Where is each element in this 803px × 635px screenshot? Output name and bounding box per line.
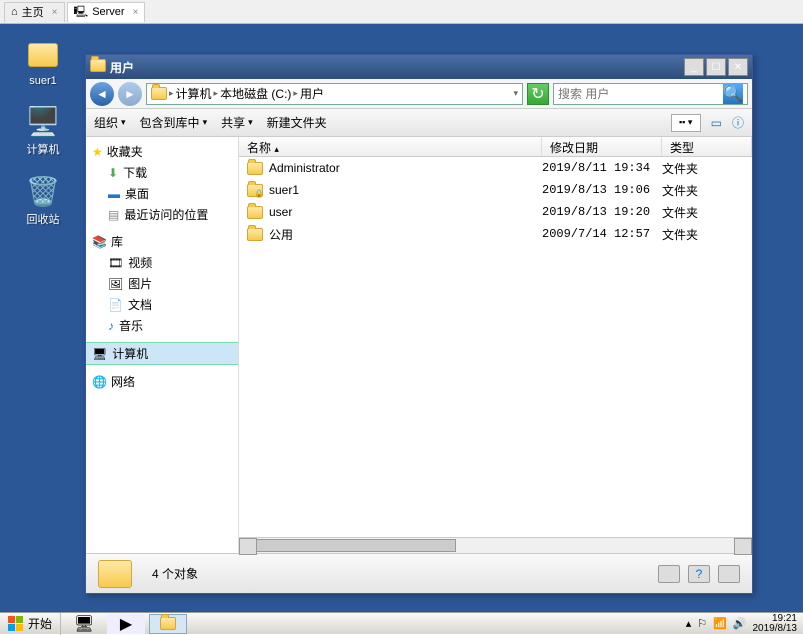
sidebar-item-network[interactable]: 🌐网络: [86, 371, 238, 392]
maximize-button[interactable]: ☐: [706, 58, 726, 76]
include-menu[interactable]: 包含到库中 ▾: [140, 114, 208, 131]
column-name[interactable]: 名称 ▴: [239, 137, 542, 156]
help-icon[interactable]: ?: [688, 565, 710, 583]
table-row[interactable]: user 2019/8/13 19:20 文件夹: [239, 201, 752, 223]
tab-home[interactable]: ⌂ 主页 ×: [4, 2, 65, 22]
file-list[interactable]: Administrator 2019/8/11 19:34 文件夹 🔒suer1…: [239, 157, 752, 537]
breadcrumb-item[interactable]: 用户: [300, 85, 324, 102]
server-icon: 🖳: [74, 3, 89, 22]
keyboard-icon[interactable]: [658, 565, 680, 583]
tray-volume-icon[interactable]: 🔊: [733, 617, 747, 630]
tab-label: 主页: [22, 4, 44, 20]
horizontal-scrollbar[interactable]: [239, 537, 752, 553]
column-type[interactable]: 类型: [662, 137, 752, 156]
system-tray: ▴ ⚐ 📶 🔊 19:21 2019/8/13: [680, 614, 803, 634]
tab-label: Server: [92, 6, 124, 18]
share-menu[interactable]: 共享 ▾: [221, 114, 253, 131]
start-button[interactable]: 开始: [0, 613, 61, 635]
folder-icon: [98, 560, 132, 588]
sidebar-item-downloads[interactable]: ⬇下载: [86, 162, 238, 183]
table-row[interactable]: 🔒suer1 2019/8/13 19:06 文件夹: [239, 179, 752, 201]
sidebar-libraries[interactable]: 📚库: [86, 231, 238, 252]
taskbar-server-icon[interactable]: 🖥: [65, 614, 103, 634]
taskbar: 开始 🖥 ▶ ▴ ⚐ 📶 🔊 19:21 2019/8/13: [0, 612, 803, 634]
breadcrumb-item[interactable]: 计算机: [176, 85, 212, 102]
clock[interactable]: 19:21 2019/8/13: [753, 614, 798, 634]
desktop[interactable]: suer1 🖥️ 计算机 🗑️ 回收站 用户 _ ☐ ✕ ◄ ► ▸: [0, 24, 803, 612]
search-icon[interactable]: 🔍: [723, 84, 743, 104]
taskbar-explorer-icon[interactable]: [149, 614, 187, 634]
toolbar: 组织 ▾ 包含到库中 ▾ 共享 ▾ 新建文件夹 ▪▪ ▾ ▭ ⓘ: [86, 109, 752, 137]
file-list-pane: 名称 ▴ 修改日期 类型 Administrator 2019/8/11 19:…: [239, 137, 752, 553]
window-title: 用户: [110, 59, 684, 76]
close-button[interactable]: ✕: [728, 58, 748, 76]
tab-server[interactable]: 🖳 Server ×: [67, 2, 146, 22]
sidebar-item-desktop[interactable]: ▬桌面: [86, 183, 238, 204]
tray-action-icon[interactable]: ⚐: [697, 617, 707, 630]
folder-icon: [247, 228, 263, 241]
sidebar-item-computer[interactable]: 🖥计算机: [86, 342, 238, 365]
close-icon[interactable]: ×: [133, 7, 139, 18]
taskbar-powershell-icon[interactable]: ▶: [107, 614, 145, 634]
help-icon[interactable]: ⓘ: [732, 114, 744, 131]
corner-icon[interactable]: [718, 565, 740, 583]
sidebar-item-music[interactable]: ♪音乐: [86, 315, 238, 336]
title-bar[interactable]: 用户 _ ☐ ✕: [86, 55, 752, 79]
sidebar: ★收藏夹 ⬇下载 ▬桌面 ▤最近访问的位置 📚库 🎞视频 🖼图片 📄文档 ♪音乐…: [86, 137, 239, 553]
sidebar-item-recent[interactable]: ▤最近访问的位置: [86, 204, 238, 225]
sidebar-favorites[interactable]: ★收藏夹: [86, 141, 238, 162]
organize-menu[interactable]: 组织 ▾: [94, 114, 126, 131]
refresh-button[interactable]: ↻: [527, 83, 549, 105]
sidebar-item-pictures[interactable]: 🖼图片: [86, 273, 238, 294]
column-date[interactable]: 修改日期: [542, 137, 662, 156]
breadcrumb[interactable]: ▸ 计算机 ▸ 本地磁盘 (C:) ▸ 用户 ▾: [146, 83, 523, 105]
tray-network-icon[interactable]: 📶: [713, 617, 727, 630]
folder-icon: [247, 162, 263, 175]
desktop-icon-computer[interactable]: 🖥️ 计算机: [18, 105, 68, 157]
search-input[interactable]: [558, 87, 723, 101]
forward-button[interactable]: ►: [118, 82, 142, 106]
folder-icon: [90, 59, 106, 72]
windows-icon: [8, 616, 24, 632]
explorer-window: 用户 _ ☐ ✕ ◄ ► ▸ 计算机 ▸ 本地磁盘 (C:) ▸ 用户 ▾ ↻: [85, 54, 753, 594]
sidebar-item-video[interactable]: 🎞视频: [86, 252, 238, 273]
breadcrumb-item[interactable]: 本地磁盘 (C:): [220, 85, 291, 102]
minimize-button[interactable]: _: [684, 58, 704, 76]
search-box[interactable]: 🔍: [553, 83, 748, 105]
preview-pane-icon[interactable]: ▭: [711, 116, 722, 130]
browser-tab-bar: ⌂ 主页 × 🖳 Server ×: [0, 0, 803, 24]
desktop-icons: suer1 🖥️ 计算机 🗑️ 回收站: [18, 39, 68, 227]
sidebar-item-documents[interactable]: 📄文档: [86, 294, 238, 315]
home-icon: ⌂: [11, 6, 18, 18]
new-folder-button[interactable]: 新建文件夹: [267, 114, 327, 131]
desktop-icon-user[interactable]: suer1: [18, 39, 68, 87]
view-mode-button[interactable]: ▪▪ ▾: [671, 114, 701, 132]
folder-icon: 🔒: [247, 184, 263, 197]
folder-icon: [151, 87, 167, 100]
folder-icon: [247, 206, 263, 219]
close-icon[interactable]: ×: [52, 7, 58, 18]
back-button[interactable]: ◄: [90, 82, 114, 106]
table-row[interactable]: 公用 2009/7/14 12:57 文件夹: [239, 223, 752, 245]
address-bar: ◄ ► ▸ 计算机 ▸ 本地磁盘 (C:) ▸ 用户 ▾ ↻ 🔍: [86, 79, 752, 109]
status-bar: 4 个对象 ?: [86, 553, 752, 593]
column-headers: 名称 ▴ 修改日期 类型: [239, 137, 752, 157]
table-row[interactable]: Administrator 2019/8/11 19:34 文件夹: [239, 157, 752, 179]
tray-chevron-icon[interactable]: ▴: [686, 617, 692, 630]
status-text: 4 个对象: [152, 565, 198, 582]
desktop-icon-recycle[interactable]: 🗑️ 回收站: [18, 175, 68, 227]
